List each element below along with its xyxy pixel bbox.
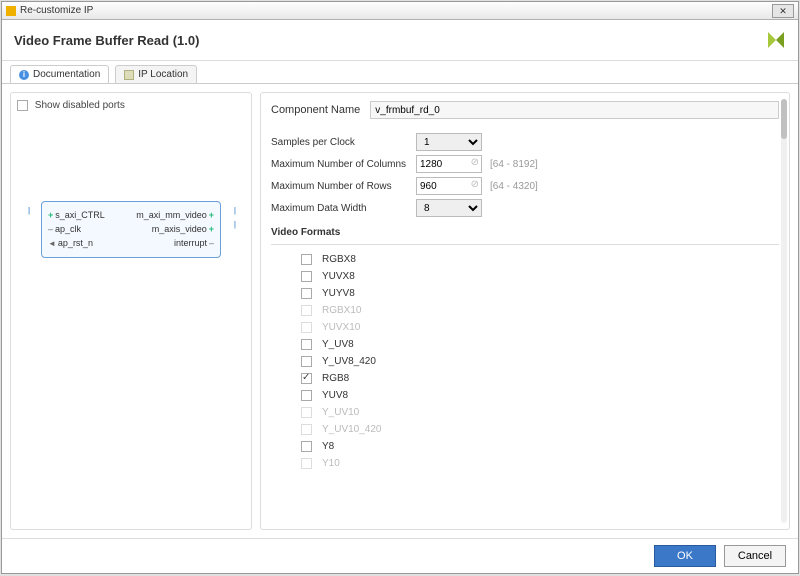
recustomize-ip-window: Re-customize IP ✕ Video Frame Buffer Rea… [1,1,799,574]
format-label: Y8 [322,441,334,452]
format-yuyv8[interactable]: YUYV8 [271,285,779,302]
footer: OK Cancel [2,538,798,573]
format-checkbox [301,424,312,435]
triangle-icon: ◄ [48,239,56,248]
format-label: RGBX10 [322,305,361,316]
scrollbar[interactable] [781,99,787,523]
dash-icon: – [48,224,53,234]
clear-icon[interactable]: ⊘ [471,179,479,190]
format-y10: Y10 [271,455,779,472]
format-checkbox[interactable] [301,339,312,350]
info-icon: i [19,70,29,80]
ip-title: Video Frame Buffer Read (1.0) [14,33,199,48]
format-checkbox[interactable] [301,288,312,299]
format-label: Y_UV10 [322,407,359,418]
max-cols-hint: [64 - 8192] [490,159,538,170]
max-cols-label: Maximum Number of Columns [271,159,416,170]
samples-per-clock-label: Samples per Clock [271,137,416,148]
format-checkbox [301,322,312,333]
close-icon[interactable]: ✕ [772,4,794,18]
plus-icon: + [209,224,214,234]
component-name-label: Component Name [271,104,360,116]
titlebar: Re-customize IP ✕ [2,2,798,20]
format-checkbox [301,407,312,418]
format-checkbox[interactable] [301,271,312,282]
format-label: YUV8 [322,390,348,401]
scrollbar-thumb[interactable] [781,99,787,139]
dash-icon: – [209,238,214,248]
format-y_uv10: Y_UV10 [271,404,779,421]
format-checkbox[interactable] [301,254,312,265]
video-formats-list: RGBX8 YUVX8 YUYV8 RGBX10 YUVX10 Y_UV8 Y_UV8_42… [271,251,779,472]
format-rgb8[interactable]: RGB8 [271,370,779,387]
video-formats-label: Video Formats [271,227,779,238]
app-icon [6,6,16,16]
tab-bar: i Documentation IP Location [2,61,798,84]
show-disabled-ports[interactable]: Show disabled ports [17,100,125,111]
cancel-button[interactable]: Cancel [724,545,786,567]
ok-button[interactable]: OK [654,545,716,567]
port-m-axis-video: m_axis_video [152,224,207,234]
max-data-width-label: Maximum Data Width [271,203,416,214]
format-checkbox[interactable] [301,441,312,452]
format-label: YUYV8 [322,288,355,299]
format-label: Y_UV8_420 [322,356,376,367]
ip-block: |||| |||| |||| +s_axi_CTRL m_axi_mm_vide… [41,201,221,258]
samples-per-clock-select[interactable]: 1 [416,133,482,151]
ip-block-body: |||| |||| |||| +s_axi_CTRL m_axi_mm_vide… [41,201,221,258]
format-checkbox[interactable] [301,390,312,401]
format-yuvx8[interactable]: YUVX8 [271,268,779,285]
format-y8[interactable]: Y8 [271,438,779,455]
max-rows-hint: [64 - 4320] [490,181,538,192]
body: Show disabled ports |||| |||| |||| +s_ax… [2,84,798,538]
vendor-logo-icon [766,30,786,50]
max-rows-label: Maximum Number of Rows [271,181,416,192]
header: Video Frame Buffer Read (1.0) [2,20,798,61]
format-checkbox[interactable] [301,373,312,384]
format-y_uv8_420[interactable]: Y_UV8_420 [271,353,779,370]
tab-documentation-label: Documentation [33,69,100,80]
format-rgbx10: RGBX10 [271,302,779,319]
clear-icon[interactable]: ⊘ [471,157,479,168]
format-y_uv8[interactable]: Y_UV8 [271,336,779,353]
port-s-axi-ctrl: s_axi_CTRL [55,210,105,220]
port-m-axi-mm-video: m_axi_mm_video [136,210,207,220]
max-data-width-select[interactable]: 8 [416,199,482,217]
format-yuvx10: YUVX10 [271,319,779,336]
folder-icon [124,70,134,80]
format-label: Y10 [322,458,340,469]
format-y_uv10_420: Y_UV10_420 [271,421,779,438]
config-panel: Component Name Samples per Clock 1 Maxim… [260,92,790,530]
show-disabled-ports-label: Show disabled ports [35,100,125,111]
tab-ip-location-label: IP Location [138,69,188,80]
port-ap-rst-n: ap_rst_n [58,238,93,248]
format-checkbox [301,458,312,469]
format-label: YUVX8 [322,271,355,282]
plus-icon: + [48,210,53,220]
port-interrupt: interrupt [174,238,207,248]
format-checkbox[interactable] [301,356,312,367]
format-checkbox [301,305,312,316]
format-label: RGBX8 [322,254,356,265]
format-label: YUVX10 [322,322,360,333]
port-ap-clk: ap_clk [55,224,81,234]
format-yuv8[interactable]: YUV8 [271,387,779,404]
show-disabled-ports-checkbox[interactable] [17,100,28,111]
window-title: Re-customize IP [20,5,93,16]
tab-ip-location[interactable]: IP Location [115,65,197,83]
format-label: Y_UV10_420 [322,424,382,435]
format-rgbx8[interactable]: RGBX8 [271,251,779,268]
component-name-input[interactable] [370,101,779,119]
plus-icon: + [209,210,214,220]
tab-documentation[interactable]: i Documentation [10,65,109,83]
divider [271,244,779,245]
symbol-panel: Show disabled ports |||| |||| |||| +s_ax… [10,92,252,530]
format-label: RGB8 [322,373,349,384]
format-label: Y_UV8 [322,339,354,350]
